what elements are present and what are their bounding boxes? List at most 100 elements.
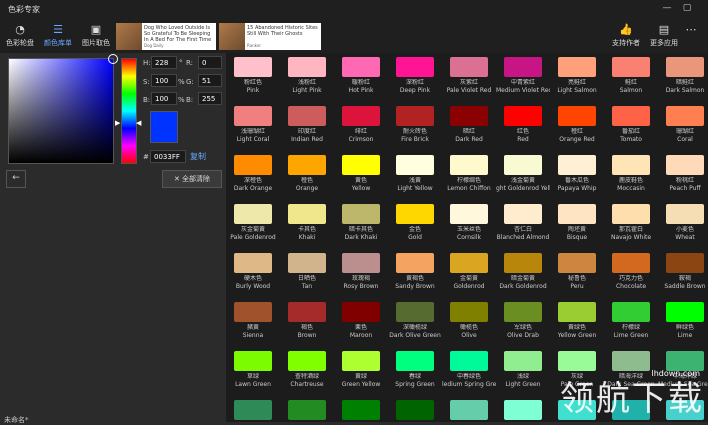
color-cell[interactable]: 硬木色 Burly Wood	[226, 253, 280, 291]
color-swatch[interactable]	[504, 155, 542, 175]
color-cell[interactable]: 鹿皮鞋色 Moccasin	[604, 155, 658, 193]
color-swatch[interactable]	[288, 155, 326, 175]
color-cell[interactable]: 暗金菊黄 Dark Goldenrod	[496, 253, 550, 291]
color-swatch[interactable]	[612, 253, 650, 273]
color-swatch[interactable]	[234, 155, 272, 175]
color-swatch[interactable]	[396, 351, 434, 371]
color-cell[interactable]: 深粉红 Deep Pink	[388, 57, 442, 95]
color-swatch[interactable]	[504, 204, 542, 224]
color-swatch[interactable]	[288, 253, 326, 273]
color-swatch[interactable]	[450, 155, 488, 175]
color-swatch[interactable]	[450, 302, 488, 322]
color-swatch[interactable]	[288, 400, 326, 420]
color-swatch[interactable]	[396, 302, 434, 322]
color-cell[interactable]: 番木瓜色 Papaya Whip	[550, 155, 604, 193]
color-cell[interactable]: 栗色 Maroon	[334, 302, 388, 340]
color-cell[interactable]: 灰紫红 Pale Violet Red	[442, 57, 496, 95]
color-swatch[interactable]	[666, 106, 704, 126]
back-button[interactable]: ←	[6, 170, 26, 188]
color-swatch[interactable]	[558, 204, 596, 224]
color-swatch[interactable]	[612, 57, 650, 77]
h-field[interactable]: 228	[151, 56, 177, 69]
color-swatch[interactable]	[504, 57, 542, 77]
color-cell[interactable]: 陶坯黄 Bisque	[550, 204, 604, 242]
color-swatch[interactable]	[396, 400, 434, 420]
color-cell[interactable]: 玉米丝色 Cornsilk	[442, 204, 496, 242]
color-swatch[interactable]	[234, 204, 272, 224]
color-swatch[interactable]	[342, 106, 380, 126]
color-cell[interactable]: 橙色 Orange	[280, 155, 334, 193]
color-swatch[interactable]	[234, 302, 272, 322]
color-swatch[interactable]	[450, 351, 488, 371]
color-cell[interactable]: 卡其色 Khaki	[280, 204, 334, 242]
color-swatch[interactable]	[450, 106, 488, 126]
color-swatch[interactable]	[288, 204, 326, 224]
color-swatch[interactable]	[666, 351, 704, 371]
color-swatch[interactable]	[666, 204, 704, 224]
color-cell[interactable]: 珊瑚红 Coral	[658, 106, 708, 144]
color-cell[interactable]: 日晒色 Tan	[280, 253, 334, 291]
color-cell[interactable]: 浅黄 Light Yellow	[388, 155, 442, 193]
color-swatch[interactable]	[396, 253, 434, 273]
blue-field[interactable]: 255	[198, 92, 222, 105]
color-cell[interactable]: 柠檬绿 Lime Green	[604, 302, 658, 340]
color-swatch[interactable]	[612, 351, 650, 371]
color-swatch[interactable]	[450, 400, 488, 420]
color-swatch[interactable]	[504, 253, 542, 273]
hue-slider[interactable]	[121, 58, 137, 164]
color-swatch[interactable]	[288, 302, 326, 322]
color-swatch[interactable]	[342, 155, 380, 175]
color-cell[interactable]	[442, 400, 496, 422]
color-swatch[interactable]	[558, 253, 596, 273]
color-swatch[interactable]	[612, 106, 650, 126]
color-swatch[interactable]	[342, 400, 380, 420]
color-cell[interactable]: 柠檬绸色 Lemon Chiffon	[442, 155, 496, 193]
color-swatch[interactable]	[558, 302, 596, 322]
color-cell[interactable]: 暗卡其色 Dark Khaki	[334, 204, 388, 242]
color-cell[interactable]	[388, 400, 442, 422]
color-cell[interactable]: 金色 Gold	[388, 204, 442, 242]
color-cell[interactable]: 印度红 Indian Red	[280, 106, 334, 144]
color-cell[interactable]: 灰金菊黄 Pale Goldenrod	[226, 204, 280, 242]
color-swatch[interactable]	[342, 302, 380, 322]
hex-field[interactable]: 0033FF	[150, 150, 186, 163]
color-cell[interactable]: 鞍褐 Saddle Brown	[658, 253, 708, 291]
color-cell[interactable]: 那瓦霍白 Navajo White	[604, 204, 658, 242]
color-swatch[interactable]	[342, 253, 380, 273]
color-cell[interactable]: 耐火砖色 Fire Brick	[388, 106, 442, 144]
color-cell[interactable]: 深橙色 Dark Orange	[226, 155, 280, 193]
color-cell[interactable]: 黄绿色 Yellow Green	[550, 302, 604, 340]
color-cell[interactable]: 巧克力色 Chocolate	[604, 253, 658, 291]
color-swatch[interactable]	[396, 155, 434, 175]
color-cell[interactable]: 浅金菊黄 ght Goldenrod Yello	[496, 155, 550, 193]
saturation-brightness-field[interactable]	[8, 54, 118, 164]
s-field[interactable]: 100	[151, 74, 177, 87]
color-swatch[interactable]	[234, 400, 272, 420]
color-cell[interactable]: 黄色 Yellow	[334, 155, 388, 193]
tab-image-picker[interactable]: ▣ 图片取色	[76, 22, 116, 52]
color-cell[interactable]: 军绿色 Olive Drab	[496, 302, 550, 340]
color-cell[interactable]: 褐色 Brown	[280, 302, 334, 340]
color-swatch[interactable]	[234, 253, 272, 273]
color-swatch[interactable]	[666, 302, 704, 322]
r-field[interactable]: 0	[198, 56, 222, 69]
color-cell[interactable]: 春绿 Spring Green	[388, 351, 442, 389]
color-cell[interactable]: 玫瑰褐 Rosy Brown	[334, 253, 388, 291]
color-swatch[interactable]	[504, 400, 542, 420]
color-cell[interactable]: 草绿 Lawn Green	[226, 351, 280, 389]
color-cell[interactable]: 浅粉红 Light Pink	[280, 57, 334, 95]
color-cell[interactable]: 暖粉红 Hot Pink	[334, 57, 388, 95]
color-cell[interactable]: 鲜绿色 Lime	[658, 302, 708, 340]
color-cell[interactable]: 亮鲑红 Light Salmon	[550, 57, 604, 95]
color-cell[interactable]: 浅珊瑚红 Light Coral	[226, 106, 280, 144]
color-cell[interactable]: 黄绿 Green Yellow	[334, 351, 388, 389]
color-swatch[interactable]	[450, 57, 488, 77]
color-swatch[interactable]	[558, 57, 596, 77]
color-swatch[interactable]	[504, 351, 542, 371]
color-swatch[interactable]	[666, 253, 704, 273]
color-swatch[interactable]	[666, 155, 704, 175]
color-swatch[interactable]	[288, 351, 326, 371]
copy-button[interactable]: 复制	[190, 151, 206, 162]
color-cell[interactable]: 红色 Red	[496, 106, 550, 144]
color-swatch[interactable]	[342, 351, 380, 371]
